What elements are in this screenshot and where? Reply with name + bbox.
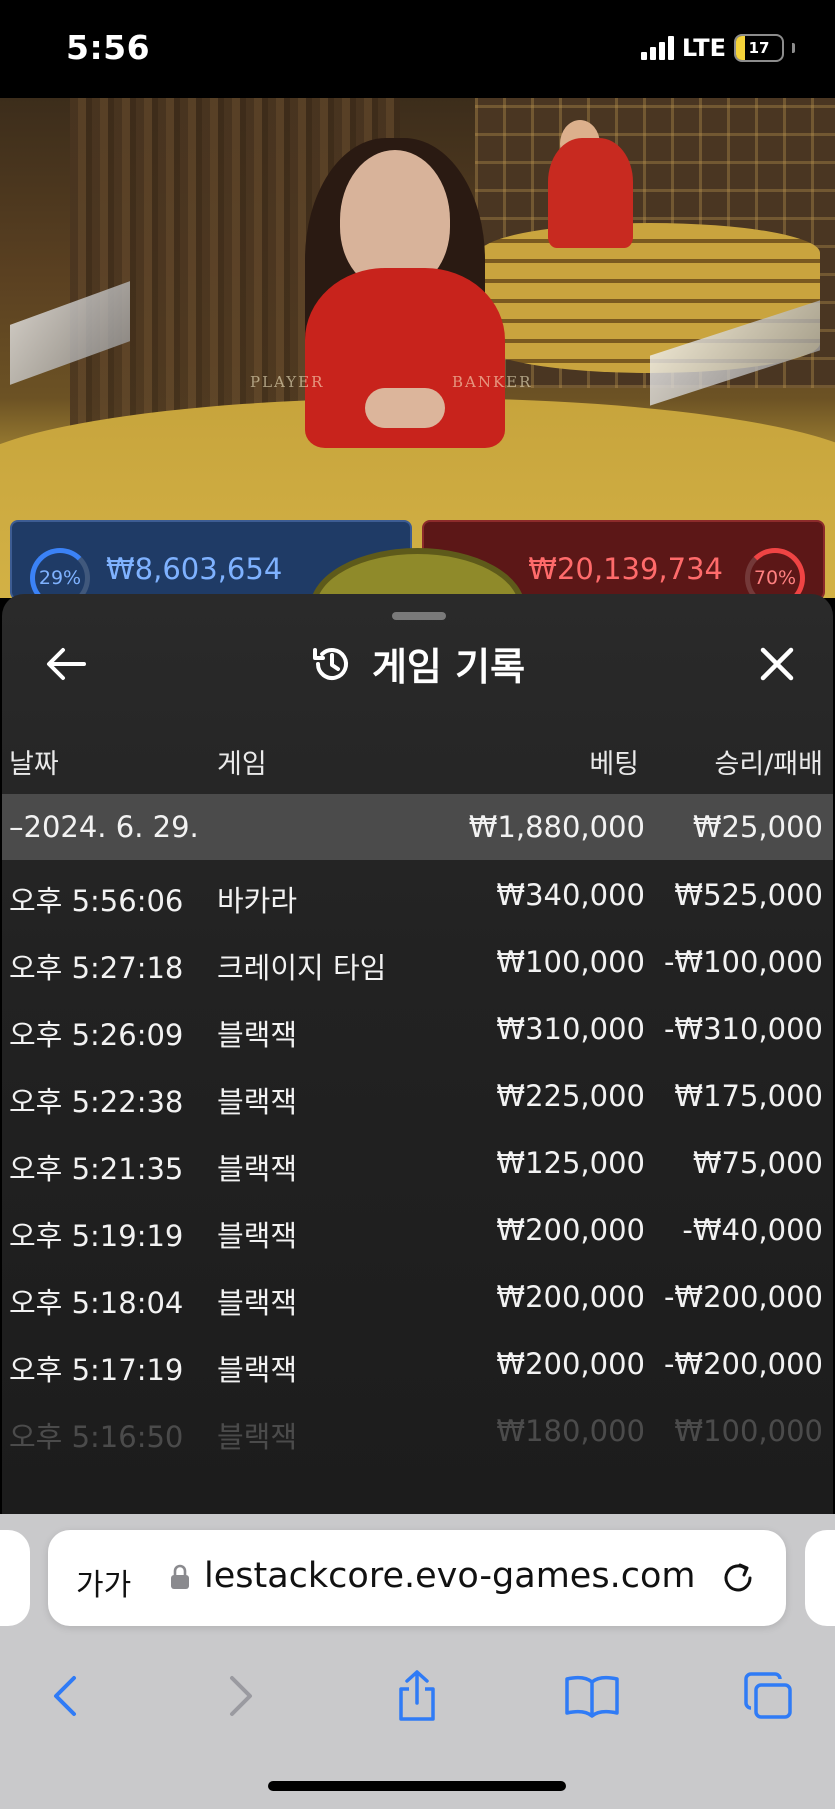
background-dealer — [548, 138, 633, 248]
table-row[interactable]: 오후 5:22:38 블랙잭 ₩225,000 ₩175,000 — [2, 1061, 833, 1128]
battery-icon: 17 — [734, 34, 784, 62]
banker-total-bet: ₩20,139,734 — [528, 552, 723, 586]
row-game: 블랙잭 — [217, 1018, 298, 1052]
browser-chrome: 가가 lestackcore.evo-games.com — [0, 1514, 835, 1809]
table-row[interactable]: 오후 5:19:19 블랙잭 ₩200,000 -₩40,000 — [2, 1195, 833, 1262]
column-header-bet: 베팅 — [589, 749, 639, 780]
home-indicator[interactable] — [268, 1781, 566, 1791]
row-bet: ₩200,000 — [496, 1213, 645, 1247]
row-result: ₩175,000 — [674, 1079, 823, 1113]
status-indicators: LTE 17 — [640, 34, 795, 62]
row-time: 오후 5:18:04 — [9, 1286, 184, 1320]
url-text: lestackcore.evo-games.com — [204, 1556, 696, 1596]
status-bar: 5:56 LTE 17 — [0, 0, 835, 98]
share-icon — [399, 1670, 435, 1721]
table-row[interactable]: 오후 5:26:09 블랙잭 ₩310,000 -₩310,000 — [2, 994, 833, 1061]
row-time: 오후 5:56:06 — [9, 884, 184, 918]
column-header-result: 승리/패배 — [714, 749, 823, 780]
book-icon — [565, 1676, 619, 1718]
next-tab-preview[interactable] — [805, 1530, 835, 1626]
row-game: 크레이지 타임 — [217, 951, 387, 985]
battery-level: 17 — [748, 39, 770, 57]
row-result: -₩310,000 — [663, 1012, 823, 1046]
summary-bet: ₩1,880,000 — [468, 810, 645, 844]
row-result: -₩100,000 — [663, 945, 823, 979]
bookmarks-button[interactable] — [564, 1668, 620, 1724]
sheet-title-group: 게임 기록 — [2, 636, 833, 691]
row-time: 오후 5:26:09 — [9, 1018, 184, 1052]
row-bet: ₩310,000 — [496, 1012, 645, 1046]
row-bet: ₩200,000 — [496, 1347, 645, 1381]
row-bet: ₩200,000 — [496, 1280, 645, 1314]
row-bet: ₩125,000 — [496, 1146, 645, 1180]
column-header-game: 게임 — [217, 749, 267, 780]
row-result: -₩200,000 — [663, 1347, 823, 1381]
sheet-title: 게임 기록 — [371, 645, 526, 689]
forward-nav-button[interactable] — [214, 1668, 270, 1724]
table-row[interactable]: 오후 5:16:50 블랙잭 ₩180,000 ₩100,000 — [2, 1396, 833, 1463]
row-result: ₩75,000 — [692, 1146, 823, 1180]
table-row[interactable]: 오후 5:18:04 블랙잭 ₩200,000 -₩200,000 — [2, 1262, 833, 1329]
status-time: 5:56 — [66, 28, 151, 67]
tabs-icon — [744, 1672, 792, 1719]
summary-date: –2024. 6. 29. — [9, 810, 199, 844]
dealer-hands — [365, 388, 445, 428]
cellular-signal-icon — [640, 36, 674, 60]
row-time: 오후 5:27:18 — [9, 951, 184, 985]
tabs-button[interactable] — [740, 1668, 796, 1724]
lock-icon — [171, 1564, 189, 1589]
row-bet: ₩340,000 — [496, 878, 645, 912]
text-size-button[interactable]: 가가 — [76, 1560, 131, 1604]
close-button[interactable] — [751, 638, 803, 690]
back-nav-button[interactable] — [36, 1668, 92, 1724]
felt-label-banker: BANKER — [452, 373, 533, 391]
row-time: 오후 5:22:38 — [9, 1085, 184, 1119]
row-game: 바카라 — [217, 884, 298, 918]
close-icon — [760, 647, 794, 681]
previous-tab-preview[interactable] — [0, 1530, 30, 1626]
share-button[interactable] — [389, 1668, 445, 1724]
chevron-right-icon — [230, 1676, 252, 1716]
row-result: ₩525,000 — [674, 878, 823, 912]
row-game: 블랙잭 — [217, 1420, 298, 1454]
felt-label-player: PLAYER — [250, 373, 325, 391]
chevron-left-icon — [54, 1676, 76, 1716]
reload-icon[interactable] — [718, 1558, 758, 1598]
date-summary-row[interactable]: –2024. 6. 29. ₩1,880,000 ₩25,000 — [2, 794, 833, 860]
row-game: 블랙잭 — [217, 1353, 298, 1387]
row-bet: ₩100,000 — [496, 945, 645, 979]
row-time: 오후 5:16:50 — [9, 1420, 184, 1454]
table-row[interactable]: 오후 5:27:18 크레이지 타임 ₩100,000 -₩100,000 — [2, 927, 833, 994]
sheet-header: 게임 기록 — [2, 624, 833, 704]
battery-tip — [792, 43, 795, 53]
summary-result: ₩25,000 — [692, 810, 823, 844]
network-type: LTE — [681, 34, 726, 62]
row-bet: ₩180,000 — [496, 1414, 645, 1448]
history-icon — [312, 647, 348, 680]
browser-toolbar — [0, 1654, 835, 1734]
row-time: 오후 5:17:19 — [9, 1353, 184, 1387]
history-table: –2024. 6. 29. ₩1,880,000 ₩25,000 오후 5:56… — [2, 794, 833, 1463]
row-game: 블랙잭 — [217, 1085, 298, 1119]
table-row[interactable]: 오후 5:56:06 바카라 ₩340,000 ₩525,000 — [2, 860, 833, 927]
address-bar[interactable]: 가가 lestackcore.evo-games.com — [48, 1530, 786, 1626]
row-bet: ₩225,000 — [496, 1079, 645, 1113]
game-history-sheet: 게임 기록 날짜 게임 베팅 승리/패배 –2024. 6. 29. ₩1,88… — [2, 594, 833, 1514]
player-total-bet: ₩8,603,654 — [106, 552, 283, 586]
row-result: ₩100,000 — [674, 1414, 823, 1448]
row-result: -₩40,000 — [682, 1213, 823, 1247]
table-row[interactable]: 오후 5:17:19 블랙잭 ₩200,000 -₩200,000 — [2, 1329, 833, 1396]
row-time: 오후 5:19:19 — [9, 1219, 184, 1253]
row-time: 오후 5:21:35 — [9, 1152, 184, 1186]
table-row[interactable]: 오후 5:21:35 블랙잭 ₩125,000 ₩75,000 — [2, 1128, 833, 1195]
row-result: -₩200,000 — [663, 1280, 823, 1314]
row-game: 블랙잭 — [217, 1219, 298, 1253]
row-game: 블랙잭 — [217, 1152, 298, 1186]
column-header-date: 날짜 — [9, 749, 59, 780]
row-game: 블랙잭 — [217, 1286, 298, 1320]
sheet-grabber[interactable] — [392, 612, 446, 620]
